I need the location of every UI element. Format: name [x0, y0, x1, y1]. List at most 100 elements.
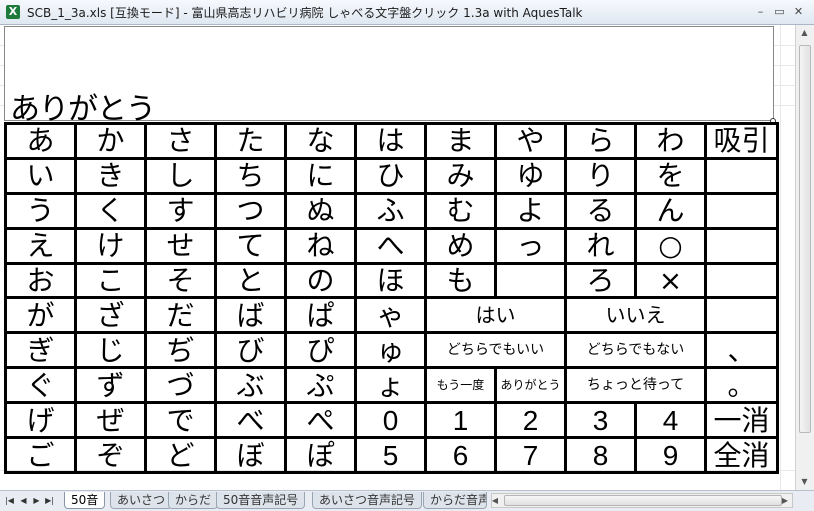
- horizontal-scroll-thumb[interactable]: [504, 495, 782, 506]
- board-key[interactable]: こ: [74, 261, 147, 300]
- tab-50on[interactable]: 50音: [64, 492, 106, 509]
- board-key[interactable]: どちらでもいい: [424, 331, 567, 370]
- board-key[interactable]: ば: [214, 296, 287, 335]
- board-key[interactable]: あ: [4, 122, 77, 160]
- restore-button[interactable]: ▭: [773, 5, 786, 18]
- board-key[interactable]: ぽ: [284, 436, 357, 474]
- board-key[interactable]: ×: [634, 261, 707, 300]
- board-key[interactable]: て: [214, 226, 287, 265]
- horizontal-scrollbar[interactable]: ◀ ▶: [491, 493, 793, 508]
- board-key[interactable]: じ: [74, 331, 147, 370]
- board-key[interactable]: が: [4, 296, 77, 335]
- vertical-scroll-thumb[interactable]: [799, 45, 811, 433]
- board-key[interactable]: よ: [494, 191, 567, 230]
- board-key[interactable]: 9: [634, 436, 707, 474]
- board-key[interactable]: 全消: [704, 436, 779, 474]
- board-key[interactable]: ぎ: [4, 331, 77, 370]
- board-key[interactable]: [704, 296, 779, 335]
- board-key[interactable]: ぜ: [74, 401, 147, 440]
- board-key[interactable]: 0: [354, 401, 427, 440]
- board-key[interactable]: ぞ: [74, 436, 147, 474]
- board-key[interactable]: べ: [214, 401, 287, 440]
- board-key[interactable]: せ: [144, 226, 217, 265]
- board-key[interactable]: ず: [74, 366, 147, 405]
- board-key[interactable]: む: [424, 191, 497, 230]
- board-key[interactable]: ょ: [354, 366, 427, 405]
- board-key[interactable]: ぷ: [284, 366, 357, 405]
- board-key[interactable]: す: [144, 191, 217, 230]
- next-sheet-icon[interactable]: ▶: [31, 495, 42, 507]
- board-key[interactable]: ろ: [564, 261, 637, 300]
- board-key[interactable]: へ: [354, 226, 427, 265]
- board-key[interactable]: え: [4, 226, 77, 265]
- board-key[interactable]: ち: [214, 156, 287, 195]
- board-key[interactable]: ゃ: [354, 296, 427, 335]
- board-key[interactable]: だ: [144, 296, 217, 335]
- board-key[interactable]: はい: [424, 296, 567, 335]
- board-key[interactable]: もう一度: [424, 366, 497, 405]
- board-key[interactable]: っ: [494, 226, 567, 265]
- close-button[interactable]: ✕: [792, 5, 805, 18]
- board-key[interactable]: ぴ: [284, 331, 357, 370]
- board-key[interactable]: さ: [144, 122, 217, 160]
- board-key[interactable]: 一消: [704, 401, 779, 440]
- board-key[interactable]: 吸引: [704, 122, 779, 160]
- board-key[interactable]: そ: [144, 261, 217, 300]
- board-key[interactable]: ぐ: [4, 366, 77, 405]
- board-key[interactable]: げ: [4, 401, 77, 440]
- board-key[interactable]: く: [74, 191, 147, 230]
- scroll-left-icon[interactable]: ◀: [489, 495, 501, 507]
- board-key[interactable]: う: [4, 191, 77, 230]
- board-key[interactable]: どちらでもない: [564, 331, 707, 370]
- board-key[interactable]: [704, 261, 779, 300]
- board-key[interactable]: も: [424, 261, 497, 300]
- board-key[interactable]: た: [214, 122, 287, 160]
- board-key[interactable]: ね: [284, 226, 357, 265]
- board-key[interactable]: ふ: [354, 191, 427, 230]
- board-key[interactable]: 4: [634, 401, 707, 440]
- board-key[interactable]: び: [214, 331, 287, 370]
- board-key[interactable]: け: [74, 226, 147, 265]
- board-key[interactable]: ぺ: [284, 401, 357, 440]
- board-key[interactable]: ざ: [74, 296, 147, 335]
- prev-sheet-icon[interactable]: ◀: [18, 495, 29, 507]
- board-key[interactable]: ら: [564, 122, 637, 160]
- board-key[interactable]: か: [74, 122, 147, 160]
- board-key[interactable]: ちょっと待って: [564, 366, 707, 405]
- board-key[interactable]: ゆ: [494, 156, 567, 195]
- board-key[interactable]: れ: [564, 226, 637, 265]
- board-key[interactable]: ぶ: [214, 366, 287, 405]
- last-sheet-icon[interactable]: ▶|: [44, 495, 55, 507]
- scroll-up-icon[interactable]: ▲: [796, 27, 813, 39]
- board-key[interactable]: い: [4, 156, 77, 195]
- board-key[interactable]: [704, 156, 779, 195]
- board-key[interactable]: 8: [564, 436, 637, 474]
- board-key[interactable]: 。: [704, 366, 779, 405]
- vertical-scrollbar[interactable]: ▲ ▼: [795, 25, 814, 490]
- board-key[interactable]: 6: [424, 436, 497, 474]
- board-key[interactable]: [704, 226, 779, 265]
- board-key[interactable]: ぬ: [284, 191, 357, 230]
- board-key[interactable]: お: [4, 261, 77, 300]
- tab-karada[interactable]: からだ: [168, 492, 219, 509]
- board-key[interactable]: 、: [704, 331, 779, 370]
- board-key[interactable]: ま: [424, 122, 497, 160]
- board-key[interactable]: [494, 261, 567, 300]
- board-key[interactable]: ほ: [354, 261, 427, 300]
- scroll-down-icon[interactable]: ▼: [796, 476, 813, 488]
- board-key[interactable]: と: [214, 261, 287, 300]
- board-key[interactable]: ゅ: [354, 331, 427, 370]
- board-key[interactable]: ありがとう: [494, 366, 567, 405]
- scroll-right-icon[interactable]: ▶: [779, 495, 791, 507]
- board-key[interactable]: つ: [214, 191, 287, 230]
- tab-50on-onsei[interactable]: 50音音声記号: [216, 492, 306, 509]
- board-key[interactable]: り: [564, 156, 637, 195]
- board-key[interactable]: ひ: [354, 156, 427, 195]
- board-key[interactable]: ぼ: [214, 436, 287, 474]
- board-key[interactable]: な: [284, 122, 357, 160]
- board-key[interactable]: 1: [424, 401, 497, 440]
- board-key[interactable]: 7: [494, 436, 567, 474]
- board-key[interactable]: は: [354, 122, 427, 160]
- board-key[interactable]: ○: [634, 226, 707, 265]
- board-key[interactable]: き: [74, 156, 147, 195]
